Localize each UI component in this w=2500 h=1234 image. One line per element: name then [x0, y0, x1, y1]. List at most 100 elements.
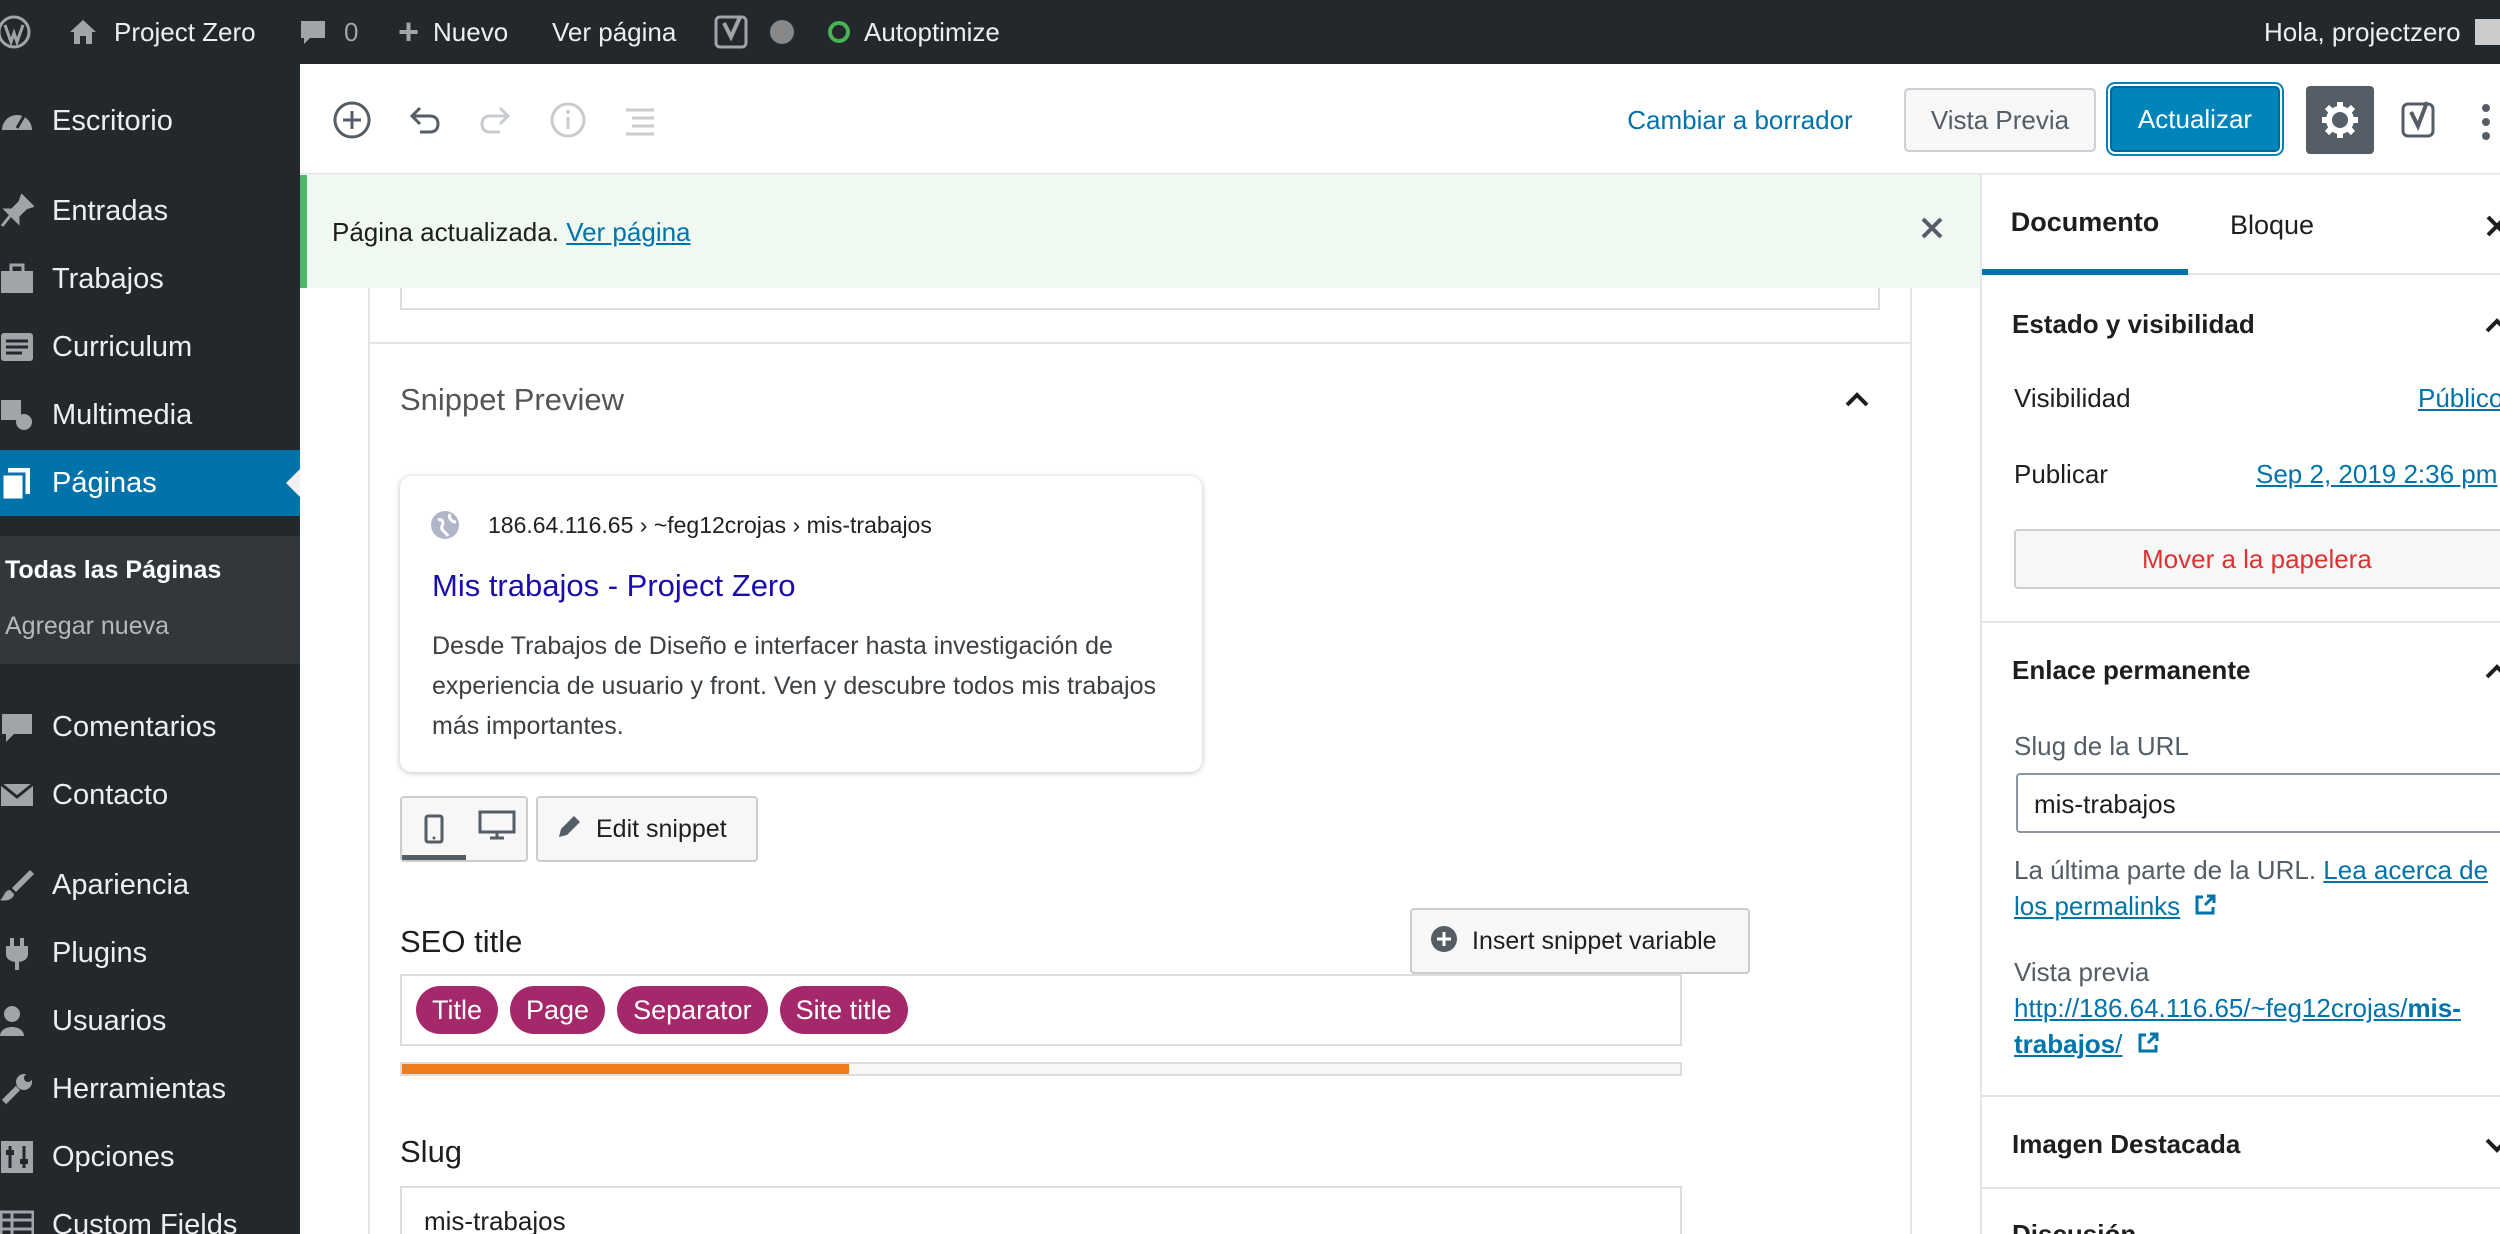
desktop-preview-icon[interactable]: [466, 798, 526, 860]
close-sidebar-icon[interactable]: [2484, 213, 2500, 244]
menu-label: Usuarios: [52, 1004, 167, 1037]
menu-item-multimedia[interactable]: Multimedia: [0, 382, 300, 448]
preview-label: Vista previa: [2014, 957, 2150, 987]
update-button[interactable]: Actualizar: [2110, 86, 2280, 152]
settings-sliders-icon: [0, 1139, 36, 1175]
external-link-icon: [2136, 1031, 2160, 1062]
comments-link[interactable]: 0: [298, 0, 358, 64]
settings-gear-icon[interactable]: [2306, 86, 2374, 154]
preview-url-slug-2[interactable]: trabajos: [2014, 1029, 2115, 1059]
snippet-section-title: Snippet Preview: [400, 382, 625, 417]
mail-icon: [0, 777, 36, 813]
info-icon[interactable]: [548, 100, 588, 140]
undo-icon[interactable]: [404, 100, 444, 140]
chevron-down-icon[interactable]: [2484, 1137, 2500, 1153]
variable-pill-separator[interactable]: Separator: [617, 986, 768, 1034]
redo-icon[interactable]: [476, 100, 516, 140]
add-block-icon[interactable]: [332, 100, 372, 140]
menu-item-plugins[interactable]: Plugins: [0, 920, 300, 986]
block-navigation-icon[interactable]: [620, 100, 660, 140]
preview-url-slug-1[interactable]: mis-: [2407, 993, 2460, 1023]
account-greeting[interactable]: Hola, projectzero: [2264, 0, 2500, 64]
menu-label: Plugins: [52, 936, 148, 969]
discussion-title[interactable]: Discusión: [2012, 1219, 2136, 1234]
seo-title-progress-bar: [400, 1062, 1682, 1076]
admin-menu: Escritorio Entradas Trabajos Curriculum …: [0, 64, 300, 1234]
preview-url-suffix[interactable]: /: [2115, 1029, 2122, 1059]
menu-item-contacto[interactable]: Contacto: [0, 762, 300, 828]
preview-url-prefix[interactable]: http://186.64.116.65/~feg12crojas/: [2014, 993, 2407, 1023]
variable-pill-title[interactable]: Title: [416, 986, 499, 1034]
chevron-up-icon[interactable]: [1844, 390, 1870, 413]
menu-item-escritorio[interactable]: Escritorio: [0, 88, 300, 154]
switch-to-draft-button[interactable]: Cambiar a borrador: [1600, 94, 1880, 146]
move-to-trash-button[interactable]: Mover a la papelera: [2014, 529, 2500, 589]
autoptimize-link[interactable]: Autoptimize: [828, 0, 1000, 64]
snippet-description: Desde Trabajos de Diseño e interfacer ha…: [432, 632, 1157, 740]
site-home-link[interactable]: Project Zero: [68, 0, 256, 64]
chevron-up-icon[interactable]: [2484, 663, 2500, 679]
notice-view-page-link[interactable]: Ver página: [566, 217, 690, 247]
comment-icon: [0, 709, 36, 745]
permalinks-link-row[interactable]: los permalinks: [2014, 891, 2217, 924]
menu-item-comentarios[interactable]: Comentarios: [0, 694, 300, 760]
new-label: Nuevo: [433, 16, 509, 47]
preview-url-line-2[interactable]: trabajos/: [2014, 1029, 2160, 1062]
view-page-link[interactable]: Ver página: [552, 0, 676, 64]
previous-field: [400, 288, 1880, 310]
menu-label: Comentarios: [52, 710, 217, 743]
featured-image-title[interactable]: Imagen Destacada: [2012, 1129, 2240, 1160]
yoast-sidebar-icon[interactable]: [2396, 90, 2444, 150]
edit-snippet-button[interactable]: Edit snippet: [536, 796, 758, 862]
chevron-up-icon[interactable]: [2484, 317, 2500, 333]
comment-icon: [298, 18, 328, 46]
menu-item-opciones[interactable]: Opciones: [0, 1124, 300, 1190]
settings-sidebar: Documento Bloque Estado y visibilidad Vi…: [1980, 175, 2500, 1234]
insert-snippet-variable-button[interactable]: Insert snippet variable: [1410, 908, 1750, 974]
wordpress-logo-icon[interactable]: [0, 0, 34, 64]
yoast-icon[interactable]: [714, 0, 750, 64]
menu-item-usuarios[interactable]: Usuarios: [0, 988, 300, 1054]
preview-url-line-1[interactable]: http://186.64.116.65/~feg12crojas/mis-: [2014, 993, 2461, 1024]
status-visibility-title[interactable]: Estado y visibilidad: [2012, 309, 2255, 340]
menu-label: Multimedia: [52, 398, 193, 431]
menu-item-apariencia[interactable]: Apariencia: [0, 852, 300, 918]
menu-item-custom-fields[interactable]: Custom Fields: [0, 1192, 300, 1234]
menu-item-paginas[interactable]: Páginas: [0, 450, 300, 516]
mobile-preview-icon[interactable]: [402, 798, 466, 860]
preview-button[interactable]: Vista Previa: [1904, 88, 2096, 152]
divider: [370, 342, 1910, 344]
publish-date-link[interactable]: Sep 2, 2019 2:36 pm: [2256, 459, 2497, 490]
editor-header: Cambiar a borrador Vista Previa Actualiz…: [300, 64, 2500, 174]
document-lines-icon: [0, 329, 36, 365]
globe-icon: [430, 510, 460, 545]
url-slug-label: Slug de la URL: [2014, 731, 2189, 761]
visibility-value-link[interactable]: Público: [2418, 383, 2500, 414]
variable-pill-site-title[interactable]: Site title: [779, 986, 908, 1034]
tab-documento[interactable]: Documento: [1982, 175, 2188, 275]
help-link-1[interactable]: Lea acerca de: [2323, 855, 2488, 885]
url-slug-input[interactable]: mis-trabajos: [2016, 773, 2500, 833]
submenu-add-new[interactable]: Agregar nueva: [5, 612, 169, 641]
brush-icon: [0, 867, 36, 903]
menu-item-herramientas[interactable]: Herramientas: [0, 1056, 300, 1122]
close-notice-icon[interactable]: [1919, 215, 1945, 246]
menu-item-curriculum[interactable]: Curriculum: [0, 314, 300, 380]
edit-snippet-label: Edit snippet: [596, 814, 727, 843]
submenu-all-pages[interactable]: Todas las Páginas: [5, 556, 221, 585]
slug-input[interactable]: mis-trabajos: [400, 1186, 1682, 1234]
seo-title-label: SEO title: [400, 924, 523, 959]
new-content-link[interactable]: + Nuevo: [398, 0, 508, 64]
menu-label: Páginas: [52, 466, 157, 499]
menu-item-trabajos[interactable]: Trabajos: [0, 246, 300, 312]
avatar: [2474, 19, 2500, 45]
admin-bar: Project Zero 0 + Nuevo Ver página Autopt…: [0, 0, 2500, 64]
seo-title-input[interactable]: Title Page Separator Site title: [400, 974, 1682, 1046]
tab-bloque[interactable]: Bloque: [2188, 175, 2356, 275]
more-options-icon[interactable]: [2476, 94, 2496, 150]
permalink-title[interactable]: Enlace permanente: [2012, 655, 2250, 686]
variable-pill-page[interactable]: Page: [510, 986, 606, 1034]
menu-item-entradas[interactable]: Entradas: [0, 178, 300, 244]
menu-label: Trabajos: [52, 262, 164, 295]
help-link-2[interactable]: los permalinks: [2014, 891, 2180, 921]
